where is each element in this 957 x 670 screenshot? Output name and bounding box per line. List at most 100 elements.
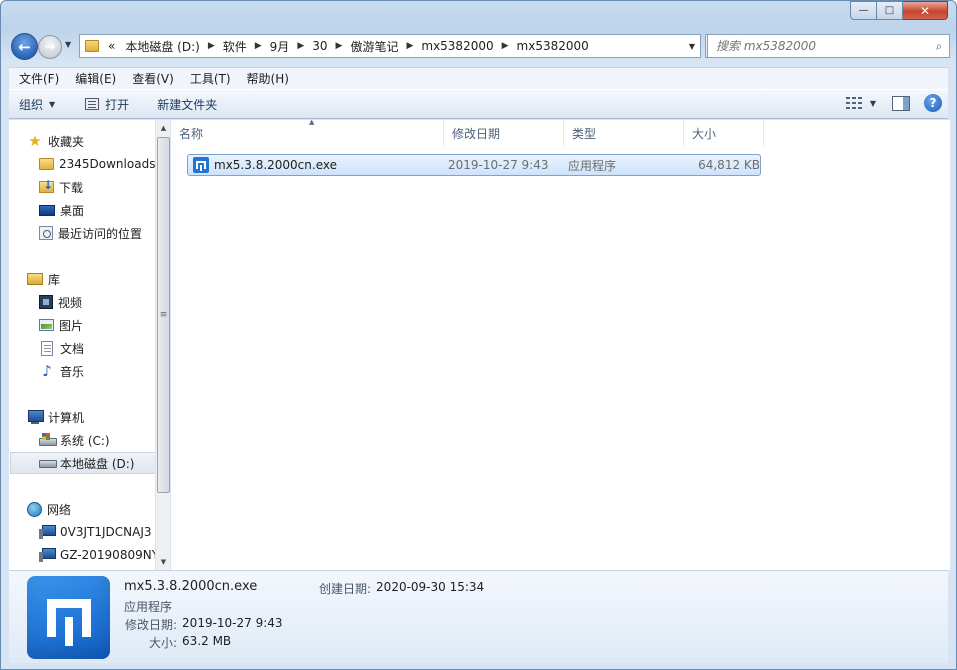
- breadcrumb-overflow[interactable]: «: [103, 39, 120, 53]
- details-size-label: 大小:: [149, 636, 178, 650]
- new-folder-label: 新建文件夹: [157, 97, 218, 112]
- nav-recent-label: 最近访问的位置: [58, 226, 143, 241]
- maximize-button[interactable]: □: [877, 1, 903, 20]
- menu-file[interactable]: 文件(F): [11, 70, 67, 87]
- nav-documents-label: 文档: [60, 341, 85, 356]
- nav-favorites-label: 收藏夹: [48, 134, 85, 149]
- file-row[interactable]: mx5.3.8.2000cn.exe 2019-10-27 9:43 应用程序 …: [187, 154, 761, 176]
- preview-pane-icon[interactable]: [892, 95, 910, 111]
- nav-computer-label: 计算机: [48, 410, 85, 425]
- file-list-pane: ▲ 名称 修改日期 类型 大小 mx5.3.8.2000cn.exe 2019-…: [171, 118, 950, 570]
- view-options-dropdown-icon[interactable]: ▼: [870, 99, 876, 108]
- new-folder-button[interactable]: 新建文件夹: [139, 90, 227, 118]
- breadcrumb-september[interactable]: 9月: [265, 38, 295, 55]
- change-view-icon[interactable]: [845, 96, 864, 110]
- folder-icon: [85, 40, 99, 52]
- nav-recent-places[interactable]: 最近访问的位置: [39, 222, 155, 244]
- details-modified-row: 修改日期: 2019-10-27 9:43: [125, 616, 283, 633]
- close-button[interactable]: ✕: [903, 1, 948, 20]
- scroll-up-icon[interactable]: ▲: [156, 120, 171, 136]
- open-button[interactable]: 打开: [65, 90, 139, 118]
- menu-tools[interactable]: 工具(T): [182, 70, 239, 87]
- breadcrumb-separator-icon[interactable]: ▶: [499, 41, 512, 51]
- breadcrumb-separator-icon[interactable]: ▶: [333, 41, 346, 51]
- nav-drive-c[interactable]: 系统 (C:): [39, 429, 155, 451]
- scrollbar-thumb[interactable]: ≡: [157, 137, 170, 493]
- help-icon[interactable]: ?: [924, 94, 942, 112]
- nav-music[interactable]: ♪ 音乐: [39, 360, 155, 382]
- open-label: 打开: [105, 97, 130, 112]
- file-size: 64,812 KB: [698, 158, 760, 172]
- breadcrumb: « 本地磁盘 (D:) ▶ 软件 ▶ 9月 ▶ 30 ▶ 傲游笔记 ▶ mx53…: [103, 38, 684, 55]
- breadcrumb-mx5382000-current[interactable]: mx5382000: [512, 39, 594, 53]
- address-bar[interactable]: « 本地磁盘 (D:) ▶ 软件 ▶ 9月 ▶ 30 ▶ 傲游笔记 ▶ mx53…: [79, 34, 701, 58]
- nav-favorites[interactable]: ★ 收藏夹: [27, 130, 155, 152]
- breadcrumb-maxthon-notes[interactable]: 傲游笔记: [345, 38, 403, 55]
- back-button[interactable]: ←: [11, 33, 38, 60]
- maximize-icon: □: [884, 4, 895, 16]
- breadcrumb-separator-icon[interactable]: ▶: [252, 41, 265, 51]
- column-header: ▲ 名称 修改日期 类型 大小: [171, 118, 950, 146]
- details-size-value: 63.2 MB: [182, 634, 232, 648]
- chevron-down-icon: ▼: [65, 40, 72, 49]
- organize-button[interactable]: 组织 ▼: [9, 90, 65, 118]
- menu-view[interactable]: 查看(V): [124, 70, 182, 87]
- command-bar-right: ▼ ?: [845, 94, 942, 112]
- nav-pictures[interactable]: 图片: [39, 314, 155, 336]
- details-created-row: 创建日期: 2020-09-30 15:34: [319, 580, 484, 597]
- search-box[interactable]: ⌕: [707, 34, 950, 58]
- nav-network-label: 网络: [47, 502, 72, 517]
- breadcrumb-30[interactable]: 30: [307, 39, 332, 53]
- scroll-down-icon[interactable]: ▼: [156, 554, 171, 570]
- nav-downloads[interactable]: 下载: [39, 176, 155, 198]
- nav-network-pc2[interactable]: GZ-20190809NY: [39, 544, 155, 566]
- navigation-scrollbar[interactable]: ▲ ≡ ▼: [155, 120, 170, 570]
- nav-drive-d[interactable]: 本地磁盘 (D:): [10, 452, 155, 474]
- picture-icon: [39, 319, 54, 331]
- breadcrumb-mx5382000-parent[interactable]: mx5382000: [416, 39, 498, 53]
- recent-places-icon: [39, 226, 53, 240]
- nav-downloads-label: 下载: [59, 180, 84, 195]
- details-file-name: mx5.3.8.2000cn.exe: [124, 579, 258, 594]
- details-created-label: 创建日期:: [319, 582, 372, 596]
- search-icon[interactable]: ⌕: [929, 39, 949, 54]
- star-icon: ★: [28, 132, 42, 150]
- breadcrumb-separator-icon[interactable]: ▶: [205, 41, 218, 51]
- nav-videos[interactable]: 视频: [39, 291, 155, 313]
- column-size[interactable]: 大小: [684, 120, 764, 146]
- minimize-icon: —: [858, 4, 869, 16]
- document-icon: [41, 340, 53, 356]
- breadcrumb-drive-d[interactable]: 本地磁盘 (D:): [120, 38, 204, 55]
- file-type: 应用程序: [568, 158, 617, 173]
- nav-network-pc1[interactable]: 0V3JT1JDCNAJ3: [39, 521, 155, 543]
- nav-network[interactable]: 网络: [27, 498, 155, 520]
- minimize-button[interactable]: —: [850, 1, 877, 20]
- breadcrumb-software[interactable]: 软件: [218, 38, 252, 55]
- menu-edit[interactable]: 编辑(E): [67, 70, 124, 87]
- organize-label: 组织: [19, 97, 44, 112]
- menu-help[interactable]: 帮助(H): [239, 70, 297, 87]
- column-name-label: 名称: [179, 126, 204, 141]
- column-type[interactable]: 类型: [564, 120, 684, 146]
- arrow-right-icon: →: [44, 39, 56, 55]
- nav-desktop[interactable]: 桌面: [39, 199, 155, 221]
- nav-2345downloads[interactable]: 2345Downloads: [39, 153, 155, 175]
- nav-libraries[interactable]: 库: [27, 268, 155, 290]
- breadcrumb-separator-icon[interactable]: ▶: [403, 41, 416, 51]
- file-date-modified: 2019-10-27 9:43: [448, 158, 549, 172]
- address-dropdown-icon[interactable]: ▼: [684, 42, 700, 51]
- column-date-modified[interactable]: 修改日期: [444, 120, 564, 146]
- open-icon: [85, 98, 100, 110]
- nav-computer[interactable]: 计算机: [27, 406, 155, 428]
- column-name[interactable]: ▲ 名称: [171, 118, 444, 146]
- nav-documents[interactable]: 文档: [39, 337, 155, 359]
- sort-ascending-icon: ▲: [309, 118, 315, 126]
- explorer-window: — □ ✕ ← → ▼ « 本地磁盘 (D:) ▶ 软件 ▶ 9月 ▶ 30 ▶…: [0, 0, 957, 670]
- column-type-label: 类型: [572, 126, 597, 141]
- recent-pages-dropdown[interactable]: ▼: [65, 40, 71, 49]
- network-computer-icon: [39, 524, 56, 540]
- forward-button[interactable]: →: [38, 35, 62, 59]
- nav-videos-label: 视频: [58, 295, 83, 310]
- search-input[interactable]: [708, 39, 929, 53]
- breadcrumb-separator-icon[interactable]: ▶: [294, 41, 307, 51]
